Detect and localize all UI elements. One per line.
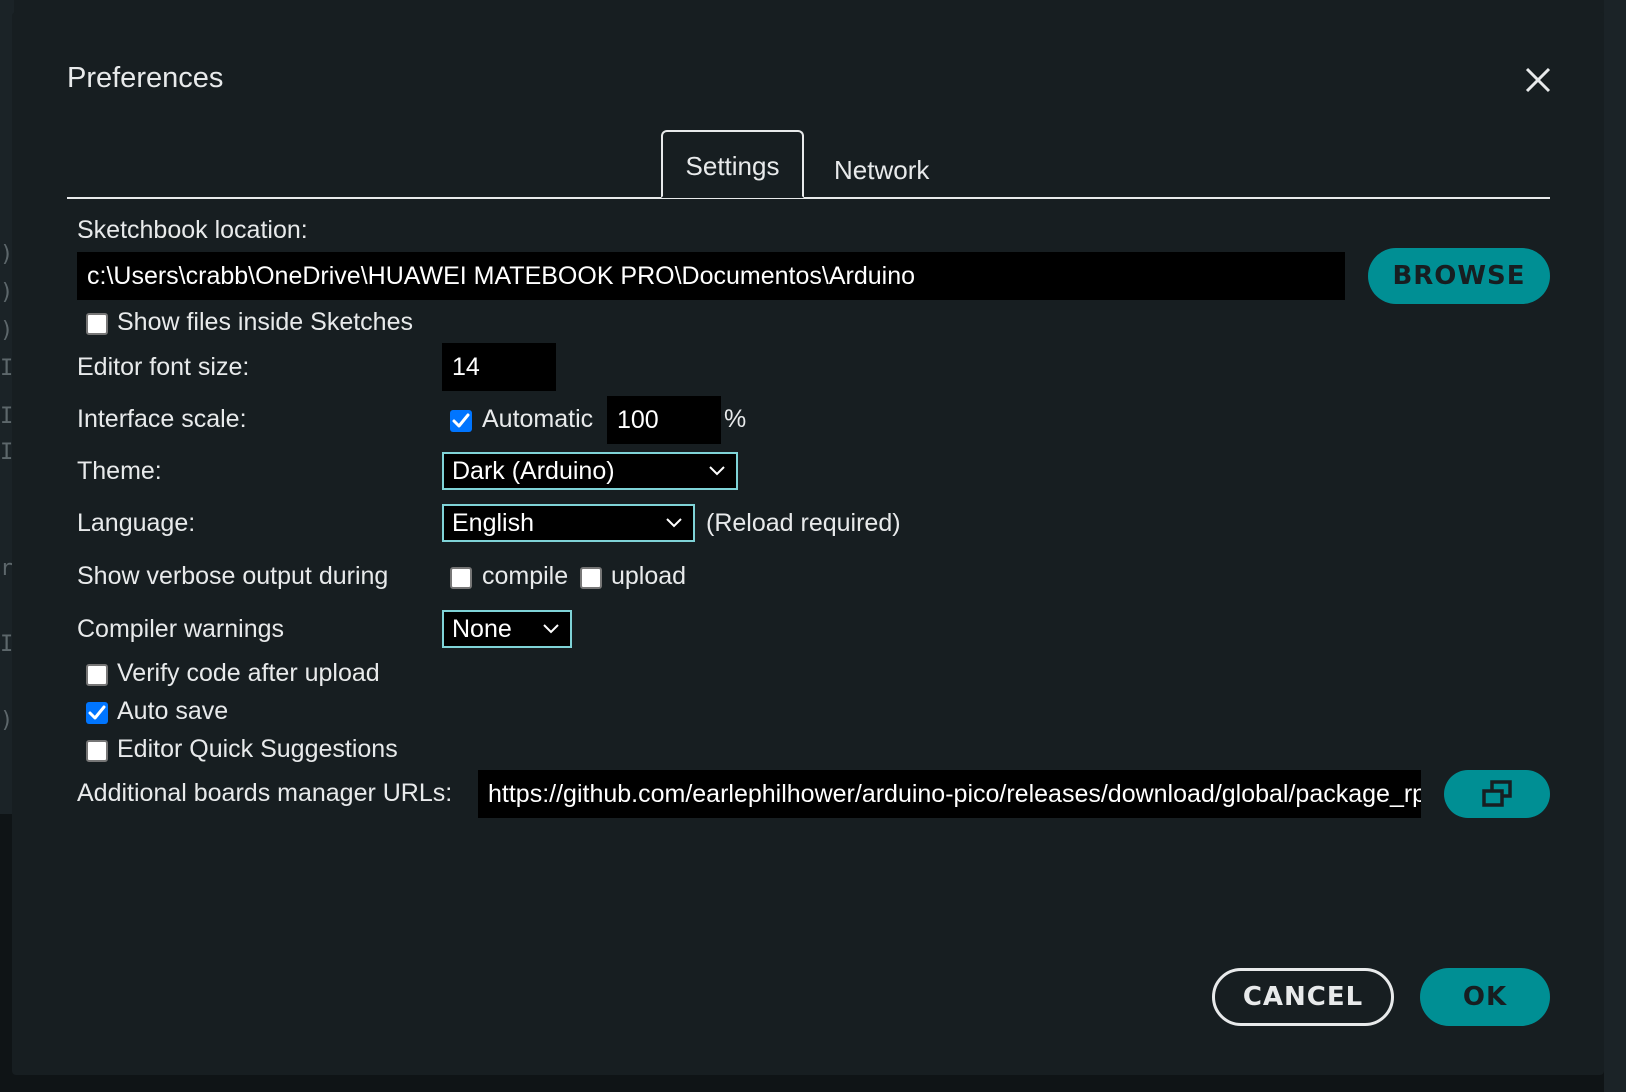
language-select[interactable]: English (442, 504, 695, 542)
tab-network[interactable]: Network (834, 142, 929, 198)
interface-scale-unit: % (724, 405, 747, 433)
show-files-label: Show files inside Sketches (117, 308, 413, 336)
auto-save-checkbox[interactable] (86, 702, 108, 724)
browse-button[interactable]: BROWSE (1368, 248, 1550, 304)
chevron-down-icon (709, 466, 725, 476)
language-select-value: English (452, 508, 534, 537)
chevron-down-icon (543, 624, 559, 634)
theme-select[interactable]: Dark (Arduino) (442, 452, 738, 490)
theme-label: Theme: (77, 457, 162, 485)
cancel-button[interactable]: CANCEL (1212, 968, 1394, 1026)
reload-required-note: (Reload required) (706, 509, 901, 537)
close-button[interactable] (1520, 62, 1556, 98)
theme-select-value: Dark (Arduino) (452, 456, 615, 485)
show-files-checkbox[interactable] (86, 313, 108, 335)
compiler-warnings-label: Compiler warnings (77, 615, 285, 643)
compiler-warnings-select-value: None (452, 614, 512, 643)
verbose-upload-label: upload (611, 562, 687, 590)
quick-suggestions-label: Editor Quick Suggestions (117, 735, 398, 763)
verbose-upload-checkbox[interactable] (580, 567, 602, 589)
editor-font-size-label: Editor font size: (77, 353, 250, 381)
auto-save-label: Auto save (117, 697, 229, 725)
interface-scale-input[interactable]: 100 (607, 396, 721, 444)
background-right-strip (1604, 0, 1626, 1092)
sketchbook-location-input[interactable]: c:\Users\crabb\OneDrive\HUAWEI MATEBOOK … (77, 252, 1345, 300)
open-window-icon (1482, 780, 1512, 807)
edit-boards-urls-button[interactable] (1444, 770, 1550, 818)
verbose-compile-label: compile (482, 562, 569, 590)
verify-code-checkbox[interactable] (86, 664, 108, 686)
verbose-compile-checkbox[interactable] (450, 567, 472, 589)
ok-button[interactable]: OK (1420, 968, 1550, 1026)
close-icon (1525, 67, 1551, 93)
interface-scale-label: Interface scale: (77, 405, 247, 433)
editor-font-size-input[interactable]: 14 (442, 343, 556, 391)
quick-suggestions-checkbox[interactable] (86, 740, 108, 762)
sketchbook-location-label: Sketchbook location: (77, 216, 308, 244)
preferences-dialog: Preferences Settings Network Sketchbook … (12, 12, 1604, 1075)
verbose-output-label: Show verbose output during (77, 562, 389, 590)
boards-urls-input[interactable]: https://github.com/earlephilhower/arduin… (478, 770, 1421, 818)
chevron-down-icon (666, 518, 682, 528)
checkmark-icon (452, 413, 470, 428)
automatic-scale-checkbox[interactable] (450, 410, 472, 432)
automatic-scale-label: Automatic (482, 405, 594, 433)
dialog-title: Preferences (67, 62, 224, 94)
compiler-warnings-select[interactable]: None (442, 610, 572, 648)
language-label: Language: (77, 509, 196, 537)
boards-urls-label: Additional boards manager URLs: (77, 779, 453, 807)
tab-settings[interactable]: Settings (661, 130, 804, 198)
checkmark-icon (88, 705, 106, 720)
verify-code-label: Verify code after upload (117, 659, 380, 687)
tab-divider (67, 197, 1550, 199)
